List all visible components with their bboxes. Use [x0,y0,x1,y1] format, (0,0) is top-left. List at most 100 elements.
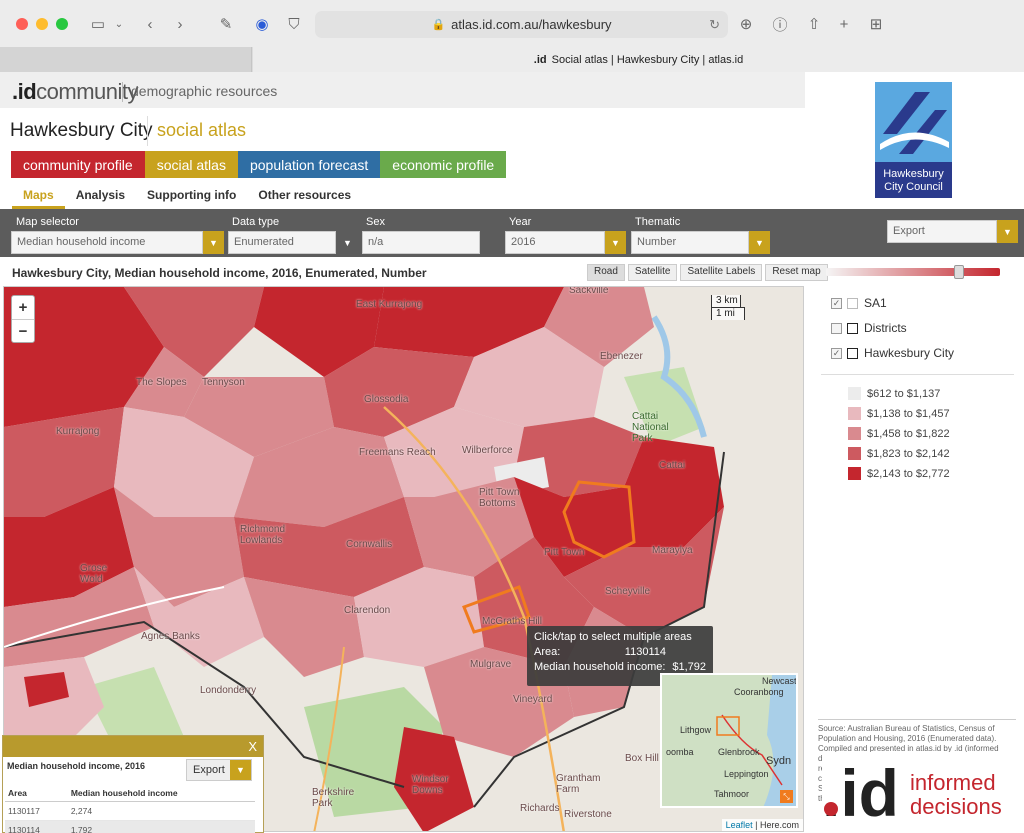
council-logo-area: Hawkesbury City Council [805,72,1024,208]
legend-label: $612 to $1,137 [867,387,941,400]
tab-overview-icon[interactable]: ⊞ [866,12,886,36]
layer-sa1[interactable]: ✓ SA1 [831,296,887,310]
extension-icon[interactable]: ◉ [252,12,272,36]
informed-decisions-logo[interactable]: .id informed decisions [822,752,1018,824]
layer-districts-checkbox[interactable] [831,322,842,334]
place-label-windsor-downs: Windsor Downs [412,774,449,796]
popup-header: X [3,736,263,757]
layer-hawkesbury-city[interactable]: ✓ Hawkesbury City [831,346,954,360]
id-logo-line1: informed [910,770,996,795]
brand-logo[interactable]: .idcommunity [12,79,139,105]
legend-item: $612 to $1,137 [848,387,940,400]
table-row[interactable]: 1130114 1,792 [5,820,255,833]
thematic-label: Thematic [635,216,681,228]
chevron-down-icon[interactable]: ▼ [749,231,770,254]
reload-icon[interactable]: ↻ [709,17,720,33]
map-title: Hawkesbury City, Median household income… [12,266,427,280]
close-window-button[interactable] [16,18,28,30]
expand-minimap-icon[interactable]: ⤡ [780,790,793,803]
tab-population-forecast[interactable]: population forecast [237,151,381,178]
forward-icon[interactable]: › [170,12,190,36]
layer-districts[interactable]: Districts [831,321,907,335]
tooltip-area-row: Area: 1130114 [534,646,706,658]
thematic-dropdown[interactable]: Number [631,231,749,254]
sub-navigation: Maps Analysis Supporting info Other reso… [12,186,362,209]
chevron-down-icon[interactable] [480,231,501,254]
minimize-window-button[interactable] [36,18,48,30]
slider-handle[interactable] [954,265,964,279]
tab-inactive[interactable] [0,47,252,72]
year-dropdown[interactable]: 2016 [505,231,605,254]
place-label-mulgrave: Mulgrave [470,659,512,670]
subtab-supporting-info[interactable]: Supporting info [136,186,247,209]
council-logo[interactable]: Hawkesbury City Council [875,82,952,198]
column-header: Median household income [67,785,255,802]
chevron-down-icon[interactable]: ▼ [230,760,251,780]
subtab-analysis[interactable]: Analysis [65,186,136,209]
popup-export-button[interactable]: Export ▼ [186,759,252,781]
chevron-down-icon[interactable]: ▼ [337,231,358,254]
zoom-in-button[interactable]: + [12,296,34,319]
table-cell: 2,274 [67,801,255,821]
data-type-label: Data type [232,216,280,228]
popup-table: Area Median household income 1130117 2,2… [5,785,255,833]
minimap-label-lithgow: Lithgow [680,725,712,735]
table-header-row: Area Median household income [5,785,255,802]
download-icon[interactable]: ⊕ [736,12,756,36]
layer-sa1-swatch [847,297,858,309]
sidebar-icon[interactable]: ▭ [86,12,110,36]
tooltip-area-value: 1130114 [624,646,666,658]
map-controls-bar: Map selector Median household income ▼ D… [0,209,1024,257]
data-type-dropdown[interactable]: Enumerated [228,231,336,254]
id-logo-dot [824,802,838,816]
tab-community-profile[interactable]: community profile [11,151,145,178]
layer-hawkesbury-label: Hawkesbury City [864,346,955,360]
share-icon[interactable]: ⇧ [804,12,824,36]
zoom-out-button[interactable]: − [12,319,34,342]
road-button[interactable]: Road [587,264,625,281]
reset-map-button[interactable]: Reset map [765,264,828,281]
address-bar[interactable]: 🔒 atlas.id.com.au/hawkesbury ↻ [315,11,728,38]
layer-districts-label: Districts [864,321,907,335]
new-tab-icon[interactable]: + [834,12,854,36]
sex-dropdown[interactable]: n/a [362,231,480,254]
place-label-cattai: Cattai [659,460,686,471]
chevron-down-icon[interactable]: ⌄ [112,12,126,36]
brand-id: .id [12,79,37,104]
map-scale: 3 km 1 mi [711,295,797,321]
chevron-down-icon[interactable]: ▼ [997,220,1018,243]
layer-hawkesbury-checkbox[interactable]: ✓ [831,347,842,359]
place-label-glossodia: Glossodia [364,394,409,405]
overview-minimap[interactable]: Newcast Cooranbong Lithgow oomba Glenbro… [660,673,798,808]
export-dropdown[interactable]: Export [887,220,997,243]
place-label-richards: Richards [520,803,560,814]
shield-icon[interactable]: ⛉ [284,12,304,36]
layer-hawkesbury-swatch [847,347,858,359]
zoom-window-button[interactable] [56,18,68,30]
satellite-button[interactable]: Satellite [627,264,678,281]
chevron-down-icon[interactable]: ▼ [605,231,626,254]
opacity-slider[interactable] [826,265,1000,279]
table-cell: 1,792 [67,820,255,833]
tooltip-income-row: Median household income: $1,792 [534,661,706,673]
satellite-labels-button[interactable]: Satellite Labels [680,264,763,281]
place-label-grose-wold: Grose Wold [80,563,108,585]
info-icon[interactable]: ⓘ [770,12,790,36]
map-selector-dropdown[interactable]: Median household income [11,231,203,254]
leaflet-link[interactable]: Leaflet [726,820,753,830]
subtab-other-resources[interactable]: Other resources [247,186,362,209]
legend-item: $1,823 to $2,142 [848,447,950,460]
chevron-down-icon[interactable]: ▼ [203,231,224,254]
subtab-maps[interactable]: Maps [12,186,65,209]
close-icon[interactable]: X [248,739,257,754]
tooltip-income-label: Median household income: [534,661,666,673]
tab-economic-profile[interactable]: economic profile [380,151,507,178]
sex-label: Sex [366,216,385,228]
layer-sa1-checkbox[interactable]: ✓ [831,297,842,309]
table-row[interactable]: 1130117 2,274 [5,801,255,821]
tab-active[interactable]: .id Social atlas | Hawkesbury City | atl… [253,47,1024,72]
back-icon[interactable]: ‹ [140,12,160,36]
page-section-title: social atlas [157,120,247,140]
notes-icon[interactable]: ✎ [214,12,238,36]
tab-social-atlas[interactable]: social atlas [144,151,238,178]
